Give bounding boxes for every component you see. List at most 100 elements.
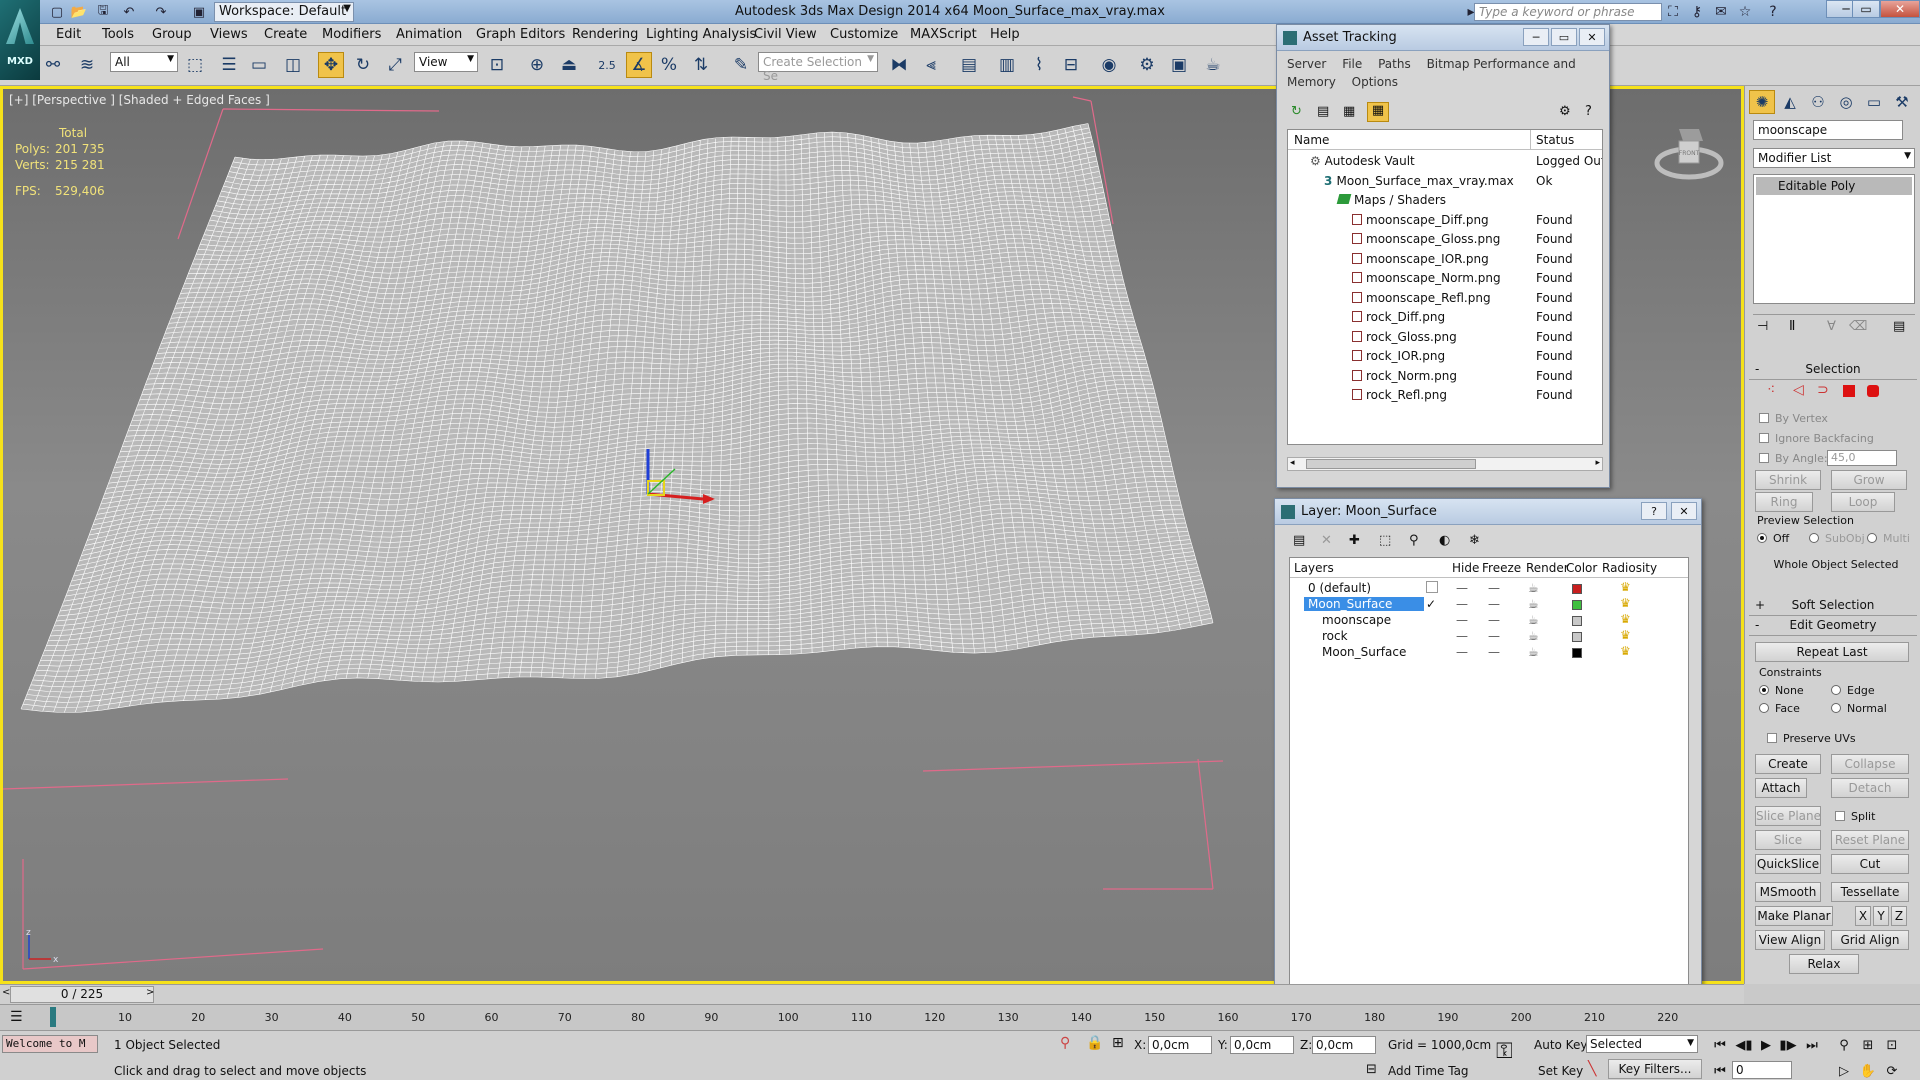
binoculars-icon[interactable]: ⛶ — [1662, 2, 1684, 22]
add-time-tag-button[interactable]: Add Time Tag — [1388, 1064, 1469, 1078]
mirror-icon[interactable]: ⧓ — [886, 52, 912, 78]
close-button[interactable]: ✕ — [1880, 0, 1920, 18]
asset-row[interactable]: rock_Gloss.png Found — [1288, 328, 1602, 347]
y-coordinate-field[interactable]: 0,0cm — [1230, 1036, 1294, 1054]
menu-modifiers[interactable]: Modifiers — [322, 27, 381, 42]
highlight-selected-icon[interactable]: ⚲ — [1409, 533, 1419, 548]
close-button[interactable]: ✕ — [1671, 502, 1697, 520]
graphite-ribbon-icon[interactable]: ▥ — [994, 52, 1020, 78]
grid-align-button[interactable]: Grid Align — [1831, 930, 1909, 950]
asset-row[interactable]: moonscape_Gloss.png Found — [1288, 230, 1602, 249]
edit-geometry-rollout[interactable]: - Edit Geometry — [1749, 618, 1917, 636]
preview-off-radio[interactable]: Off — [1757, 532, 1789, 545]
freeze-toggle[interactable]: — — [1488, 597, 1500, 611]
asset-row[interactable]: moonscape_Norm.png Found — [1288, 269, 1602, 288]
radiosity-icon[interactable]: ♛ — [1620, 596, 1631, 610]
rendered-frame-window-icon[interactable]: ▣ — [1166, 52, 1192, 78]
freeze-toggle[interactable]: — — [1488, 581, 1500, 595]
display-tab-icon[interactable]: ▭ — [1861, 90, 1887, 114]
scroll-thumb[interactable] — [1306, 459, 1476, 469]
asset-menu-bitmap[interactable]: Bitmap Performance and Memory — [1287, 57, 1576, 89]
asset-menu-server[interactable]: Server — [1287, 57, 1326, 71]
layer-color-swatch[interactable] — [1572, 648, 1582, 658]
asset-tracking-titlebar[interactable]: Asset Tracking ─ ▭ ✕ — [1277, 25, 1609, 51]
maximize-button[interactable]: ▭ — [1551, 28, 1577, 46]
menu-civil-view[interactable]: Civil View — [754, 27, 817, 42]
planar-y-button[interactable]: Y — [1873, 906, 1889, 926]
field-of-view-icon[interactable]: ▷ — [1834, 1061, 1854, 1080]
asset-row[interactable]: rock_Norm.png Found — [1288, 367, 1602, 386]
key-mode-dropdown[interactable]: Selected ▼ — [1586, 1035, 1698, 1053]
detach-button[interactable]: Detach — [1831, 778, 1909, 798]
loop-button[interactable]: Loop — [1831, 492, 1895, 512]
asset-row[interactable]: rock_Refl.png Found — [1288, 386, 1602, 405]
render-toggle[interactable]: ☕ — [1528, 629, 1539, 643]
slice-button[interactable]: Slice — [1755, 830, 1821, 850]
align-icon[interactable]: ⫷ — [918, 52, 944, 78]
slice-plane-button[interactable]: Slice Plane — [1755, 806, 1821, 826]
freeze-toggle[interactable]: — — [1488, 613, 1500, 627]
preserve-uvs-checkbox[interactable]: Preserve UVs — [1767, 732, 1856, 745]
set-key-icon[interactable]: ╲ — [1588, 1061, 1596, 1077]
menu-graph-editors[interactable]: Graph Editors — [476, 27, 565, 42]
key-icon[interactable]: ⚿ — [1496, 1039, 1513, 1064]
current-frame-field[interactable]: 0 — [1732, 1061, 1792, 1079]
remove-modifier-icon[interactable]: ⌫ — [1849, 319, 1867, 334]
render-toggle[interactable]: ☕ — [1528, 597, 1539, 611]
next-frame-icon[interactable]: ▮▶ — [1778, 1035, 1798, 1055]
asset-row[interactable]: rock_IOR.png Found — [1288, 347, 1602, 366]
repeat-last-button[interactable]: Repeat Last — [1755, 642, 1909, 662]
bind-space-warp-icon[interactable]: ≋ — [74, 52, 100, 78]
edge-level-icon[interactable]: ◁ — [1793, 382, 1804, 398]
constraint-normal-radio[interactable]: Normal — [1831, 702, 1887, 715]
constraint-edge-radio[interactable]: Edge — [1831, 684, 1875, 697]
selection-filter-dropdown[interactable]: All ▼ — [110, 52, 178, 72]
snaps-toggle-icon[interactable]: 2.5 — [594, 52, 620, 78]
menu-views[interactable]: Views — [210, 27, 248, 42]
col-status-header[interactable]: Status — [1536, 133, 1574, 147]
freeze-toggle[interactable]: — — [1488, 629, 1500, 643]
attach-button[interactable]: Attach — [1755, 778, 1807, 798]
col-freeze-header[interactable]: Freeze — [1482, 561, 1521, 575]
auto-key-button[interactable]: Auto Key — [1534, 1038, 1587, 1052]
configure-sets-icon[interactable]: ▤ — [1893, 319, 1905, 334]
pin-stack-icon[interactable]: ⊣ — [1757, 319, 1768, 334]
help-icon[interactable]: ? — [1762, 2, 1784, 22]
time-tag-icon[interactable]: ⊟ — [1366, 1062, 1377, 1077]
absolute-mode-icon[interactable]: ⊞ — [1112, 1035, 1124, 1051]
hierarchy-tab-icon[interactable]: ⚇ — [1805, 90, 1831, 114]
vault-status-icon[interactable]: ⚙ — [1559, 104, 1571, 119]
col-name-header[interactable]: Name — [1294, 133, 1329, 147]
show-end-result-icon[interactable]: Ⅱ — [1789, 319, 1795, 334]
layer-table[interactable]: Layers Hide Freeze Render Color Radiosit… — [1289, 557, 1689, 989]
layer-color-swatch[interactable] — [1572, 600, 1582, 610]
radiosity-icon[interactable]: ♛ — [1620, 644, 1631, 658]
isolate-selection-icon[interactable]: ⚲ — [1060, 1035, 1070, 1051]
key-filters-button[interactable]: Key Filters... — [1608, 1059, 1702, 1079]
constraint-face-radio[interactable]: Face — [1759, 702, 1800, 715]
polygon-level-icon[interactable] — [1843, 385, 1855, 397]
material-editor-icon[interactable]: ◉ — [1096, 52, 1122, 78]
selection-rollout[interactable]: - Selection — [1749, 362, 1917, 380]
subscription-icon[interactable]: ⚷ — [1686, 2, 1708, 22]
select-objects-in-layer-icon[interactable]: ⬚ — [1379, 533, 1391, 548]
menu-customize[interactable]: Customize — [830, 27, 898, 42]
current-frame-marker[interactable] — [50, 1007, 56, 1027]
render-toggle[interactable]: ☕ — [1528, 645, 1539, 659]
layer-manager-window[interactable]: Layer: Moon_Surface ? ✕ ▤ ✕ ✚ ⬚ ⚲ ◐ ❄ La… — [1274, 498, 1702, 998]
refresh-icon[interactable]: ↻ — [1291, 104, 1302, 119]
split-checkbox[interactable]: Split — [1835, 810, 1875, 823]
keyboard-shortcut-override-icon[interactable]: ⏏ — [556, 52, 582, 78]
delete-layer-icon[interactable]: ✕ — [1321, 533, 1332, 548]
edit-named-selection-icon[interactable]: ✎ — [728, 52, 754, 78]
workspace-dropdown[interactable]: Workspace: Default ▼ — [214, 2, 354, 22]
tessellate-button[interactable]: Tessellate — [1831, 882, 1909, 902]
unlink-icon[interactable]: ⚯ — [40, 52, 66, 78]
layer-object-row[interactable]: Moon_Surface — — ☕ ♛ — [1290, 644, 1688, 663]
radiosity-icon[interactable]: ♛ — [1620, 628, 1631, 642]
select-object-icon[interactable]: ⬚ — [182, 52, 208, 78]
hide-toggle[interactable]: — — [1456, 629, 1468, 643]
asset-horizontal-scrollbar[interactable]: ◂ ▸ — [1287, 457, 1603, 471]
thumbnail-view-icon[interactable]: ▦ — [1343, 104, 1355, 119]
asset-menu-paths[interactable]: Paths — [1378, 57, 1411, 71]
